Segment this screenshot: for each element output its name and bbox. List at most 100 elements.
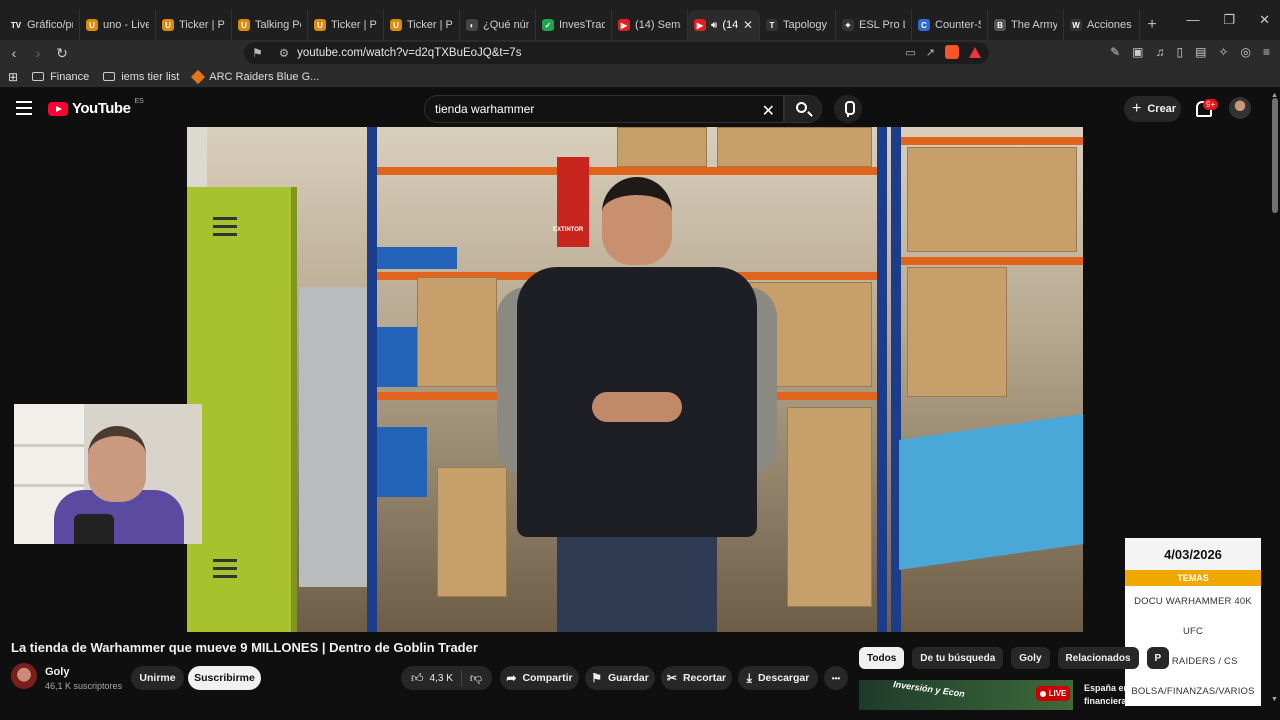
- browser-tab[interactable]: U Ticker | Palla: [308, 10, 384, 40]
- tab-label: The Army P: [1011, 19, 1057, 31]
- save-button[interactable]: ⚑ Guardar: [585, 666, 655, 690]
- create-label: Crear: [1147, 103, 1177, 115]
- tab-label: Talking Point: [255, 19, 301, 31]
- cardboard-box: [717, 127, 872, 167]
- cardboard-box: [907, 267, 1007, 397]
- apps-grid-icon[interactable]: ⊞: [8, 70, 18, 84]
- leo-ai-icon[interactable]: ✧: [1218, 45, 1228, 59]
- download-button[interactable]: ⤓ Descargar: [738, 666, 818, 690]
- cardboard-box: [787, 407, 872, 607]
- tab-label: Counter-Stri: [935, 19, 981, 31]
- extensions-icon[interactable]: ✎: [1110, 45, 1120, 59]
- vpn-icon[interactable]: ◎: [1241, 45, 1251, 59]
- tab-close-icon[interactable]: ✕: [743, 18, 753, 32]
- clear-search-icon[interactable]: ✕: [762, 101, 775, 121]
- browser-tab[interactable]: ✦ ESL Pro Leag: [836, 10, 912, 40]
- clip-button[interactable]: ✂ Recortar: [661, 666, 732, 690]
- shelf-beam: [901, 137, 1083, 145]
- subscribe-button[interactable]: Suscribirme: [188, 666, 261, 690]
- video-player[interactable]: EXTINTOR: [187, 127, 1083, 632]
- chip-more[interactable]: P: [1146, 647, 1170, 669]
- browser-tab[interactable]: Uuno - Live c: [80, 10, 156, 40]
- chip-goly[interactable]: Goly: [1011, 647, 1050, 669]
- voice-search-icon[interactable]: [834, 95, 862, 123]
- bookmarks-bar: ⊞ Finance iems tier list ARC Raiders Blu…: [0, 66, 1280, 88]
- dislike-icon[interactable]: 👎︎: [462, 671, 482, 686]
- wallet-icon[interactable]: ▤: [1195, 45, 1206, 59]
- browser-tab[interactable]: ▶ 🔊︎ (14) ✕: [688, 10, 760, 40]
- tab-favicon-icon: TV: [10, 19, 22, 31]
- plus-icon: +: [1132, 100, 1142, 117]
- topics-header: TEMAS: [1125, 570, 1261, 586]
- tab-favicon-icon: ✦: [842, 19, 854, 31]
- guide-menu-icon[interactable]: [16, 101, 32, 115]
- download-icon: ⤓: [746, 670, 752, 685]
- browser-tab[interactable]: C Counter-Stri: [912, 10, 988, 40]
- browser-tab[interactable]: ▶ (14) Semana: [612, 10, 688, 40]
- new-tab-button[interactable]: +: [1140, 10, 1164, 40]
- browser-tab[interactable]: T Tapology | M: [760, 10, 836, 40]
- tab-label: ESL Pro Leag: [859, 19, 905, 31]
- cardboard-box: [617, 127, 707, 167]
- tab-label: Ticker | Palla: [179, 19, 225, 31]
- back-icon[interactable]: ‹: [4, 45, 24, 61]
- close-window-icon[interactable]: ✕: [1259, 12, 1270, 28]
- browser-tab[interactable]: W Acciones Gr: [1064, 10, 1140, 40]
- more-actions-button[interactable]: •••: [824, 666, 848, 690]
- page-scrollbar[interactable]: [1272, 98, 1278, 213]
- presenter: [497, 177, 777, 632]
- search-input[interactable]: tienda warhammer ✕: [424, 95, 784, 123]
- share-page-icon[interactable]: ↗: [926, 46, 935, 59]
- brave-shields-icon[interactable]: [945, 45, 959, 59]
- search-button[interactable]: [784, 95, 822, 123]
- tab-label: (14) Semana: [635, 19, 681, 31]
- related-video-title[interactable]: España en financiera: [1084, 682, 1126, 708]
- minimize-icon[interactable]: —: [1186, 12, 1199, 28]
- chip-relacionados[interactable]: Relacionados: [1057, 647, 1139, 669]
- cast-icon[interactable]: ▭: [905, 46, 915, 59]
- tab-audio-icon[interactable]: 🔊︎: [711, 20, 717, 31]
- browser-tab-bar: TVGráfico/preUuno - Live cUTicker | Pall…: [0, 0, 1280, 40]
- screenshot-icon[interactable]: ▣: [1132, 45, 1143, 59]
- media-icon[interactable]: ♫: [1155, 45, 1164, 59]
- scroll-down-icon[interactable]: ▼: [1271, 696, 1278, 703]
- browser-tab[interactable]: U Ticker | Palla: [156, 10, 232, 40]
- bookmark-label: Finance: [50, 70, 90, 83]
- join-button[interactable]: Unirme: [131, 666, 184, 690]
- create-button[interactable]: + Crear: [1124, 96, 1181, 122]
- sidebar-icon[interactable]: ▯: [1176, 45, 1183, 59]
- reload-icon[interactable]: ↻: [52, 45, 72, 62]
- channel-avatar[interactable]: [11, 663, 37, 689]
- url-bar[interactable]: ⚑ ⚙ youtube.com/watch?v=d2qTXBuEoJQ&t=7s…: [244, 42, 989, 64]
- forward-icon[interactable]: ›: [28, 45, 48, 61]
- browser-tab[interactable]: U Talking Point: [232, 10, 308, 40]
- account-avatar[interactable]: [1229, 97, 1251, 119]
- browser-tab[interactable]: B The Army P: [988, 10, 1064, 40]
- channel-name[interactable]: Goly: [45, 666, 69, 678]
- tab-favicon-icon: B: [994, 19, 1006, 31]
- chip-todos[interactable]: Todos: [859, 647, 905, 669]
- site-info-icon[interactable]: ⚙: [279, 46, 289, 60]
- search-value: tienda warhammer: [435, 102, 535, 116]
- blue-bin: [377, 427, 427, 497]
- live-label: LIVE: [1048, 689, 1067, 698]
- browser-tab[interactable]: U Ticker | Palla: [384, 10, 460, 40]
- like-button[interactable]: 👍︎ 4,3 K: [401, 670, 462, 686]
- chip-de-tu-busqueda[interactable]: De tu búsqueda: [912, 647, 1004, 669]
- thumbs-up-icon: 👍︎: [411, 670, 424, 685]
- brave-rewards-icon[interactable]: [969, 46, 981, 58]
- bookmark-finance[interactable]: Finance: [32, 71, 89, 83]
- bookmark-arc-raiders[interactable]: ARC Raiders Blue G...: [191, 69, 319, 84]
- share-button[interactable]: ➦ Compartir: [500, 666, 579, 690]
- browser-tab[interactable]: ✓ InvesTrack: [536, 10, 612, 40]
- bookmark-label: iems tier list: [121, 70, 180, 83]
- youtube-play-icon: [48, 101, 68, 116]
- browser-tab[interactable]: TV Gráfico/pre: [4, 10, 80, 40]
- bookmark-iems[interactable]: iems tier list: [103, 71, 179, 83]
- maximize-icon[interactable]: ❐: [1223, 12, 1235, 28]
- browser-tab[interactable]: ◐ ¿Qué númer: [460, 10, 536, 40]
- bookmark-icon[interactable]: ⚑: [252, 46, 263, 60]
- youtube-logo[interactable]: YouTube ES: [48, 98, 144, 117]
- menu-icon[interactable]: ≡: [1263, 45, 1270, 59]
- shelf-beam: [901, 257, 1083, 265]
